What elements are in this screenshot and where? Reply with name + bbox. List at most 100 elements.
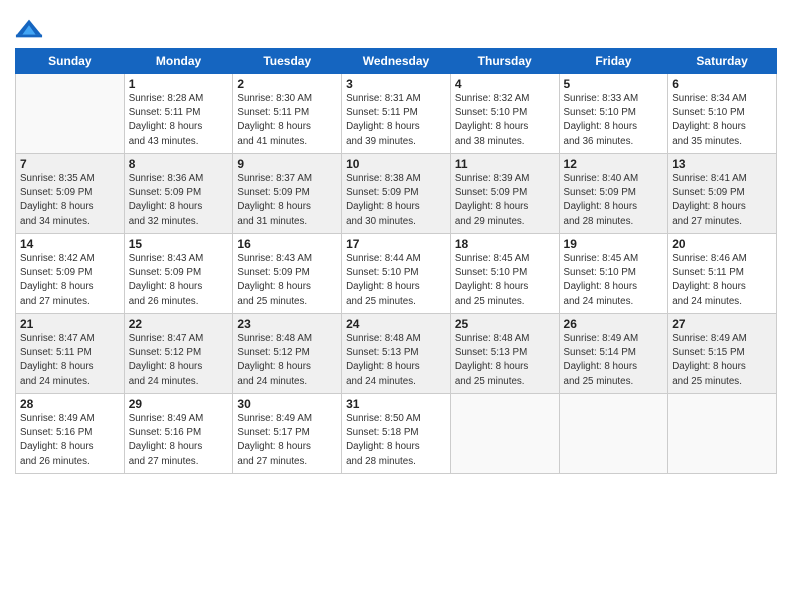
day-detail: Sunrise: 8:47 AMSunset: 5:12 PMDaylight:… bbox=[129, 332, 229, 389]
day-number: 17 bbox=[346, 237, 446, 251]
weekday-header-wednesday: Wednesday bbox=[342, 49, 451, 74]
day-detail: Sunrise: 8:49 AMSunset: 5:15 PMDaylight:… bbox=[672, 332, 772, 389]
calendar-week-row: 28Sunrise: 8:49 AMSunset: 5:16 PMDayligh… bbox=[16, 394, 777, 474]
weekday-header-sunday: Sunday bbox=[16, 49, 125, 74]
day-detail: Sunrise: 8:33 AMSunset: 5:10 PMDaylight:… bbox=[564, 92, 664, 149]
day-number: 13 bbox=[672, 157, 772, 171]
weekday-header-tuesday: Tuesday bbox=[233, 49, 342, 74]
day-detail: Sunrise: 8:43 AMSunset: 5:09 PMDaylight:… bbox=[237, 252, 337, 309]
logo bbox=[15, 14, 47, 42]
calendar-cell: 16Sunrise: 8:43 AMSunset: 5:09 PMDayligh… bbox=[233, 234, 342, 314]
calendar-cell: 31Sunrise: 8:50 AMSunset: 5:18 PMDayligh… bbox=[342, 394, 451, 474]
day-number: 27 bbox=[672, 317, 772, 331]
calendar-cell: 22Sunrise: 8:47 AMSunset: 5:12 PMDayligh… bbox=[124, 314, 233, 394]
logo-icon bbox=[15, 14, 43, 42]
page-container: SundayMondayTuesdayWednesdayThursdayFrid… bbox=[0, 0, 792, 484]
calendar-week-row: 1Sunrise: 8:28 AMSunset: 5:11 PMDaylight… bbox=[16, 74, 777, 154]
day-number: 15 bbox=[129, 237, 229, 251]
day-number: 12 bbox=[564, 157, 664, 171]
calendar-cell: 28Sunrise: 8:49 AMSunset: 5:16 PMDayligh… bbox=[16, 394, 125, 474]
day-number: 14 bbox=[20, 237, 120, 251]
day-detail: Sunrise: 8:38 AMSunset: 5:09 PMDaylight:… bbox=[346, 172, 446, 229]
calendar-cell: 26Sunrise: 8:49 AMSunset: 5:14 PMDayligh… bbox=[559, 314, 668, 394]
calendar-cell: 1Sunrise: 8:28 AMSunset: 5:11 PMDaylight… bbox=[124, 74, 233, 154]
day-number: 30 bbox=[237, 397, 337, 411]
day-number: 8 bbox=[129, 157, 229, 171]
calendar-cell: 29Sunrise: 8:49 AMSunset: 5:16 PMDayligh… bbox=[124, 394, 233, 474]
calendar-cell: 30Sunrise: 8:49 AMSunset: 5:17 PMDayligh… bbox=[233, 394, 342, 474]
day-number: 20 bbox=[672, 237, 772, 251]
day-number: 6 bbox=[672, 77, 772, 91]
day-detail: Sunrise: 8:34 AMSunset: 5:10 PMDaylight:… bbox=[672, 92, 772, 149]
day-detail: Sunrise: 8:31 AMSunset: 5:11 PMDaylight:… bbox=[346, 92, 446, 149]
calendar-cell bbox=[16, 74, 125, 154]
day-number: 2 bbox=[237, 77, 337, 91]
calendar-header: SundayMondayTuesdayWednesdayThursdayFrid… bbox=[16, 49, 777, 74]
day-number: 7 bbox=[20, 157, 120, 171]
day-detail: Sunrise: 8:48 AMSunset: 5:13 PMDaylight:… bbox=[346, 332, 446, 389]
day-number: 5 bbox=[564, 77, 664, 91]
day-detail: Sunrise: 8:49 AMSunset: 5:16 PMDaylight:… bbox=[20, 412, 120, 469]
day-number: 21 bbox=[20, 317, 120, 331]
day-detail: Sunrise: 8:42 AMSunset: 5:09 PMDaylight:… bbox=[20, 252, 120, 309]
day-number: 10 bbox=[346, 157, 446, 171]
day-detail: Sunrise: 8:48 AMSunset: 5:12 PMDaylight:… bbox=[237, 332, 337, 389]
calendar-cell: 11Sunrise: 8:39 AMSunset: 5:09 PMDayligh… bbox=[450, 154, 559, 234]
day-detail: Sunrise: 8:49 AMSunset: 5:14 PMDaylight:… bbox=[564, 332, 664, 389]
weekday-header-friday: Friday bbox=[559, 49, 668, 74]
day-number: 28 bbox=[20, 397, 120, 411]
day-detail: Sunrise: 8:43 AMSunset: 5:09 PMDaylight:… bbox=[129, 252, 229, 309]
calendar-cell bbox=[559, 394, 668, 474]
day-number: 4 bbox=[455, 77, 555, 91]
calendar-cell: 15Sunrise: 8:43 AMSunset: 5:09 PMDayligh… bbox=[124, 234, 233, 314]
day-detail: Sunrise: 8:39 AMSunset: 5:09 PMDaylight:… bbox=[455, 172, 555, 229]
day-number: 26 bbox=[564, 317, 664, 331]
day-number: 19 bbox=[564, 237, 664, 251]
calendar-cell: 13Sunrise: 8:41 AMSunset: 5:09 PMDayligh… bbox=[668, 154, 777, 234]
day-number: 11 bbox=[455, 157, 555, 171]
calendar-cell: 4Sunrise: 8:32 AMSunset: 5:10 PMDaylight… bbox=[450, 74, 559, 154]
calendar-cell: 24Sunrise: 8:48 AMSunset: 5:13 PMDayligh… bbox=[342, 314, 451, 394]
calendar-cell: 6Sunrise: 8:34 AMSunset: 5:10 PMDaylight… bbox=[668, 74, 777, 154]
calendar-cell: 21Sunrise: 8:47 AMSunset: 5:11 PMDayligh… bbox=[16, 314, 125, 394]
day-detail: Sunrise: 8:44 AMSunset: 5:10 PMDaylight:… bbox=[346, 252, 446, 309]
day-number: 3 bbox=[346, 77, 446, 91]
calendar-cell: 25Sunrise: 8:48 AMSunset: 5:13 PMDayligh… bbox=[450, 314, 559, 394]
calendar-week-row: 14Sunrise: 8:42 AMSunset: 5:09 PMDayligh… bbox=[16, 234, 777, 314]
day-detail: Sunrise: 8:48 AMSunset: 5:13 PMDaylight:… bbox=[455, 332, 555, 389]
calendar-cell: 8Sunrise: 8:36 AMSunset: 5:09 PMDaylight… bbox=[124, 154, 233, 234]
day-number: 29 bbox=[129, 397, 229, 411]
day-detail: Sunrise: 8:45 AMSunset: 5:10 PMDaylight:… bbox=[564, 252, 664, 309]
day-detail: Sunrise: 8:49 AMSunset: 5:16 PMDaylight:… bbox=[129, 412, 229, 469]
weekday-header-row: SundayMondayTuesdayWednesdayThursdayFrid… bbox=[16, 49, 777, 74]
calendar-cell: 19Sunrise: 8:45 AMSunset: 5:10 PMDayligh… bbox=[559, 234, 668, 314]
day-detail: Sunrise: 8:36 AMSunset: 5:09 PMDaylight:… bbox=[129, 172, 229, 229]
calendar-cell: 23Sunrise: 8:48 AMSunset: 5:12 PMDayligh… bbox=[233, 314, 342, 394]
calendar-cell: 20Sunrise: 8:46 AMSunset: 5:11 PMDayligh… bbox=[668, 234, 777, 314]
day-number: 1 bbox=[129, 77, 229, 91]
calendar-week-row: 21Sunrise: 8:47 AMSunset: 5:11 PMDayligh… bbox=[16, 314, 777, 394]
day-detail: Sunrise: 8:41 AMSunset: 5:09 PMDaylight:… bbox=[672, 172, 772, 229]
day-detail: Sunrise: 8:45 AMSunset: 5:10 PMDaylight:… bbox=[455, 252, 555, 309]
calendar-cell: 27Sunrise: 8:49 AMSunset: 5:15 PMDayligh… bbox=[668, 314, 777, 394]
calendar-cell: 14Sunrise: 8:42 AMSunset: 5:09 PMDayligh… bbox=[16, 234, 125, 314]
day-detail: Sunrise: 8:46 AMSunset: 5:11 PMDaylight:… bbox=[672, 252, 772, 309]
calendar-cell: 10Sunrise: 8:38 AMSunset: 5:09 PMDayligh… bbox=[342, 154, 451, 234]
day-number: 23 bbox=[237, 317, 337, 331]
calendar-cell: 3Sunrise: 8:31 AMSunset: 5:11 PMDaylight… bbox=[342, 74, 451, 154]
calendar-cell: 17Sunrise: 8:44 AMSunset: 5:10 PMDayligh… bbox=[342, 234, 451, 314]
header bbox=[15, 10, 777, 42]
day-number: 24 bbox=[346, 317, 446, 331]
weekday-header-saturday: Saturday bbox=[668, 49, 777, 74]
day-detail: Sunrise: 8:35 AMSunset: 5:09 PMDaylight:… bbox=[20, 172, 120, 229]
calendar-table: SundayMondayTuesdayWednesdayThursdayFrid… bbox=[15, 48, 777, 474]
day-detail: Sunrise: 8:37 AMSunset: 5:09 PMDaylight:… bbox=[237, 172, 337, 229]
day-number: 9 bbox=[237, 157, 337, 171]
weekday-header-thursday: Thursday bbox=[450, 49, 559, 74]
day-number: 16 bbox=[237, 237, 337, 251]
calendar-cell: 18Sunrise: 8:45 AMSunset: 5:10 PMDayligh… bbox=[450, 234, 559, 314]
calendar-cell: 12Sunrise: 8:40 AMSunset: 5:09 PMDayligh… bbox=[559, 154, 668, 234]
calendar-cell: 7Sunrise: 8:35 AMSunset: 5:09 PMDaylight… bbox=[16, 154, 125, 234]
calendar-body: 1Sunrise: 8:28 AMSunset: 5:11 PMDaylight… bbox=[16, 74, 777, 474]
weekday-header-monday: Monday bbox=[124, 49, 233, 74]
